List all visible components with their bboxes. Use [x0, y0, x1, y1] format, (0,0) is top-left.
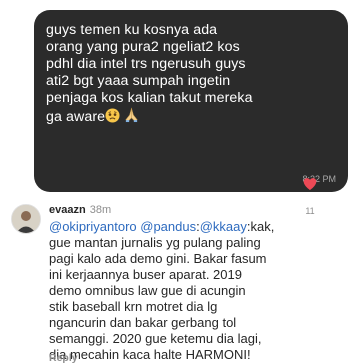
message-line: ati2 bgt yaaa sumpah ingetin [46, 73, 231, 89]
reply-button[interactable]: Reply [49, 352, 78, 364]
message-bubble: guys temen ku kosnya ada orang yang pura… [34, 10, 348, 192]
worried-face-icon [105, 108, 120, 123]
message-line: penjaga kos kalian takut mereka [46, 90, 253, 106]
mention-link[interactable]: @kkaay [200, 219, 247, 234]
message-line: guys temen ku kosnya ada [46, 22, 218, 38]
like-count: 11 [305, 206, 315, 216]
comment-time: 38m [89, 204, 112, 216]
avatar-image-icon [12, 205, 40, 233]
message-text: guys temen ku kosnya ada orang yang pura… [46, 22, 338, 126]
dm-screenshot: guys temen ku kosnya ada orang yang pura… [0, 0, 360, 196]
mention-link[interactable]: @pandus [140, 219, 196, 234]
comment-text: @okipriyantoro @pandus:@kkaay:kak, gue m… [49, 219, 275, 362]
username[interactable]: evaazn [49, 204, 86, 216]
mention-link[interactable]: @okipriyantoro [49, 219, 137, 234]
message-line: orang yang pura2 ngeliat2 kos [46, 39, 240, 55]
message-line: pdhl dia intel trs ngerusuh guys [46, 56, 246, 72]
message-line: ga aware [46, 109, 106, 125]
comment-text-start: :kak, [246, 219, 275, 234]
comment: evaazn 38m @okipriyantoro @pandus:@kkaay:… [0, 196, 360, 364]
like-heart-icon[interactable] [302, 176, 318, 192]
folded-hands-icon [125, 107, 138, 123]
comment-header: evaazn 38m [49, 204, 111, 216]
avatar[interactable] [11, 204, 41, 234]
comment-text-body: gue mantan jurnalis yg pulang paling pag… [49, 235, 267, 362]
